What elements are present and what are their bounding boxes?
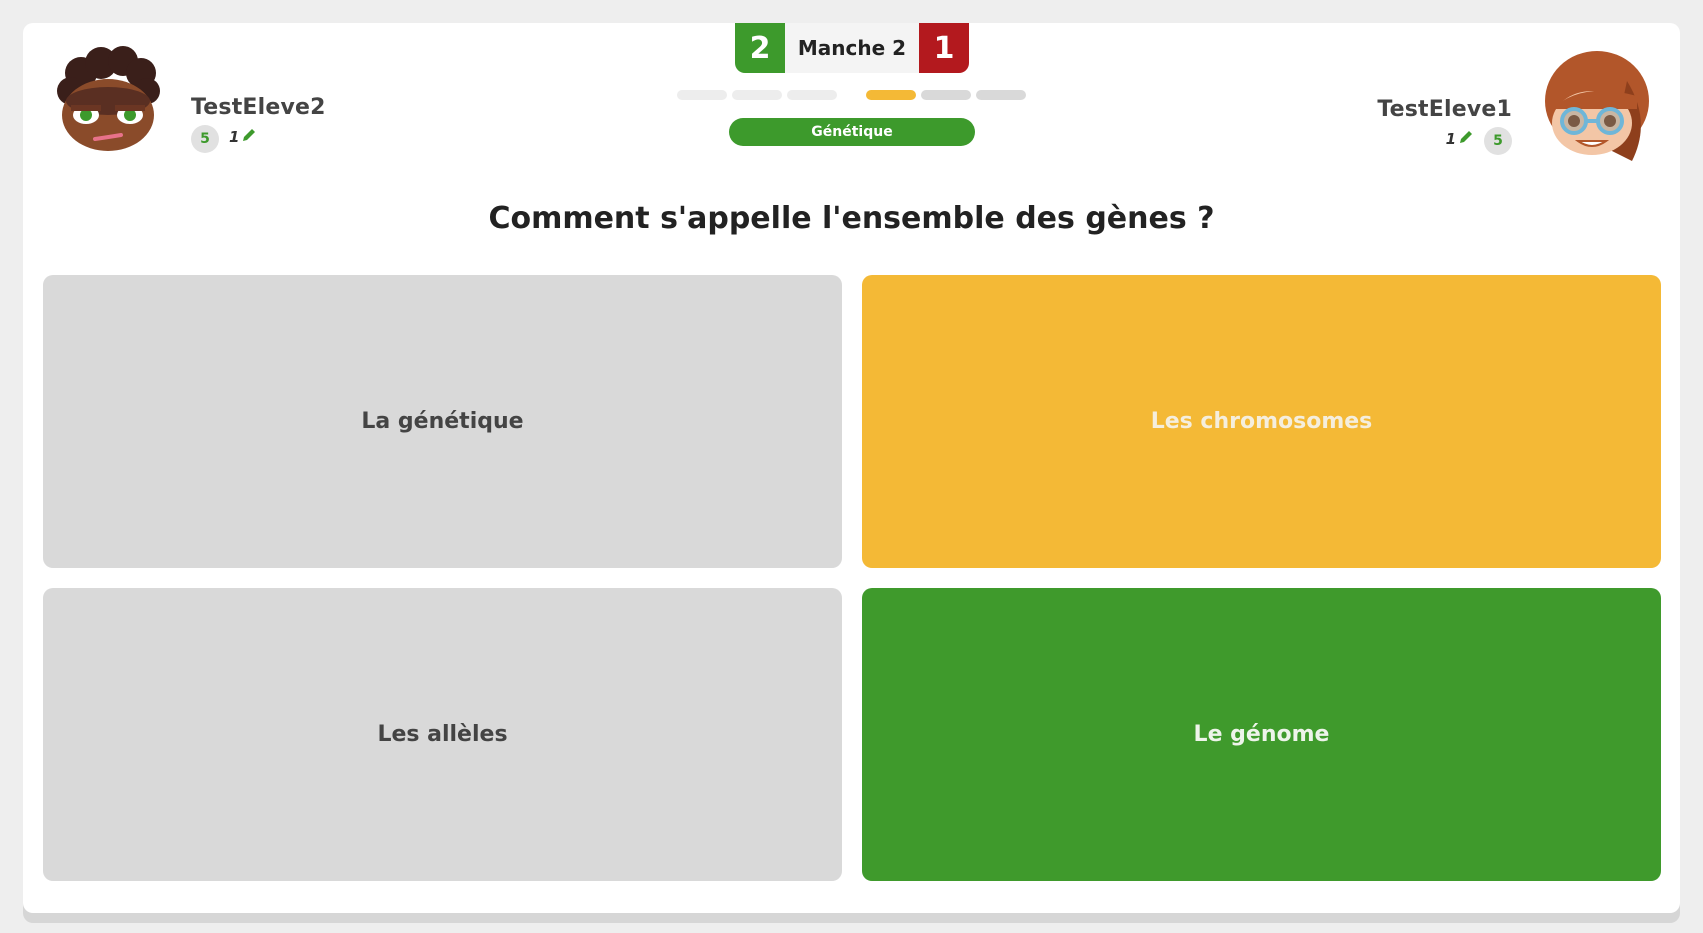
player-left-pencil-count: 1 bbox=[229, 127, 257, 147]
answer-button-3[interactable]: Les allèles bbox=[43, 588, 842, 881]
answer-label: La génétique bbox=[361, 409, 524, 434]
score-left: 2 bbox=[735, 23, 785, 73]
answer-label: Le génome bbox=[1193, 722, 1330, 747]
pencil-icon bbox=[1458, 129, 1474, 149]
player-right-level-badge: 5 bbox=[1484, 127, 1512, 155]
game-card: TestEleve2 5 1 2 Manche 2 1 Génétique Te… bbox=[23, 23, 1680, 913]
player-right: TestEleve1 5 1 bbox=[1332, 51, 1652, 181]
score-right: 1 bbox=[919, 23, 969, 73]
pencil-icon bbox=[241, 127, 257, 147]
player-right-name: TestEleve1 bbox=[1377, 97, 1512, 122]
player-left-pencil-count-value: 1 bbox=[229, 128, 240, 146]
answer-button-2[interactable]: Les chromosomes bbox=[862, 275, 1661, 568]
answer-label: Les allèles bbox=[377, 722, 508, 747]
question-text: Comment s'appelle l'ensemble des gènes ? bbox=[488, 201, 1215, 236]
score-header: 2 Manche 2 1 bbox=[735, 23, 969, 73]
player-left-level-badge: 5 bbox=[191, 125, 219, 153]
player-right-pencil-count: 1 bbox=[1446, 129, 1474, 149]
category-pill: Génétique bbox=[729, 118, 975, 146]
girl-avatar-icon bbox=[1542, 51, 1652, 163]
player-left: TestEleve2 5 1 bbox=[51, 43, 371, 163]
progress-segment bbox=[976, 90, 1026, 100]
player-left-name: TestEleve2 bbox=[191, 95, 326, 120]
progress-segment bbox=[921, 90, 971, 100]
answer-label: Les chromosomes bbox=[1150, 409, 1373, 434]
progress-segment bbox=[732, 90, 782, 100]
progress-left bbox=[677, 90, 837, 100]
answer-button-4[interactable]: Le génome bbox=[862, 588, 1661, 881]
progress-segment-active bbox=[866, 90, 916, 100]
answer-button-1[interactable]: La génétique bbox=[43, 275, 842, 568]
progress-right bbox=[866, 90, 1026, 100]
player-right-pencil-count-value: 1 bbox=[1445, 130, 1456, 148]
round-label: Manche 2 bbox=[785, 23, 919, 73]
progress-segment bbox=[787, 90, 837, 100]
progress-segment bbox=[677, 90, 727, 100]
boy-avatar-icon bbox=[51, 43, 161, 155]
